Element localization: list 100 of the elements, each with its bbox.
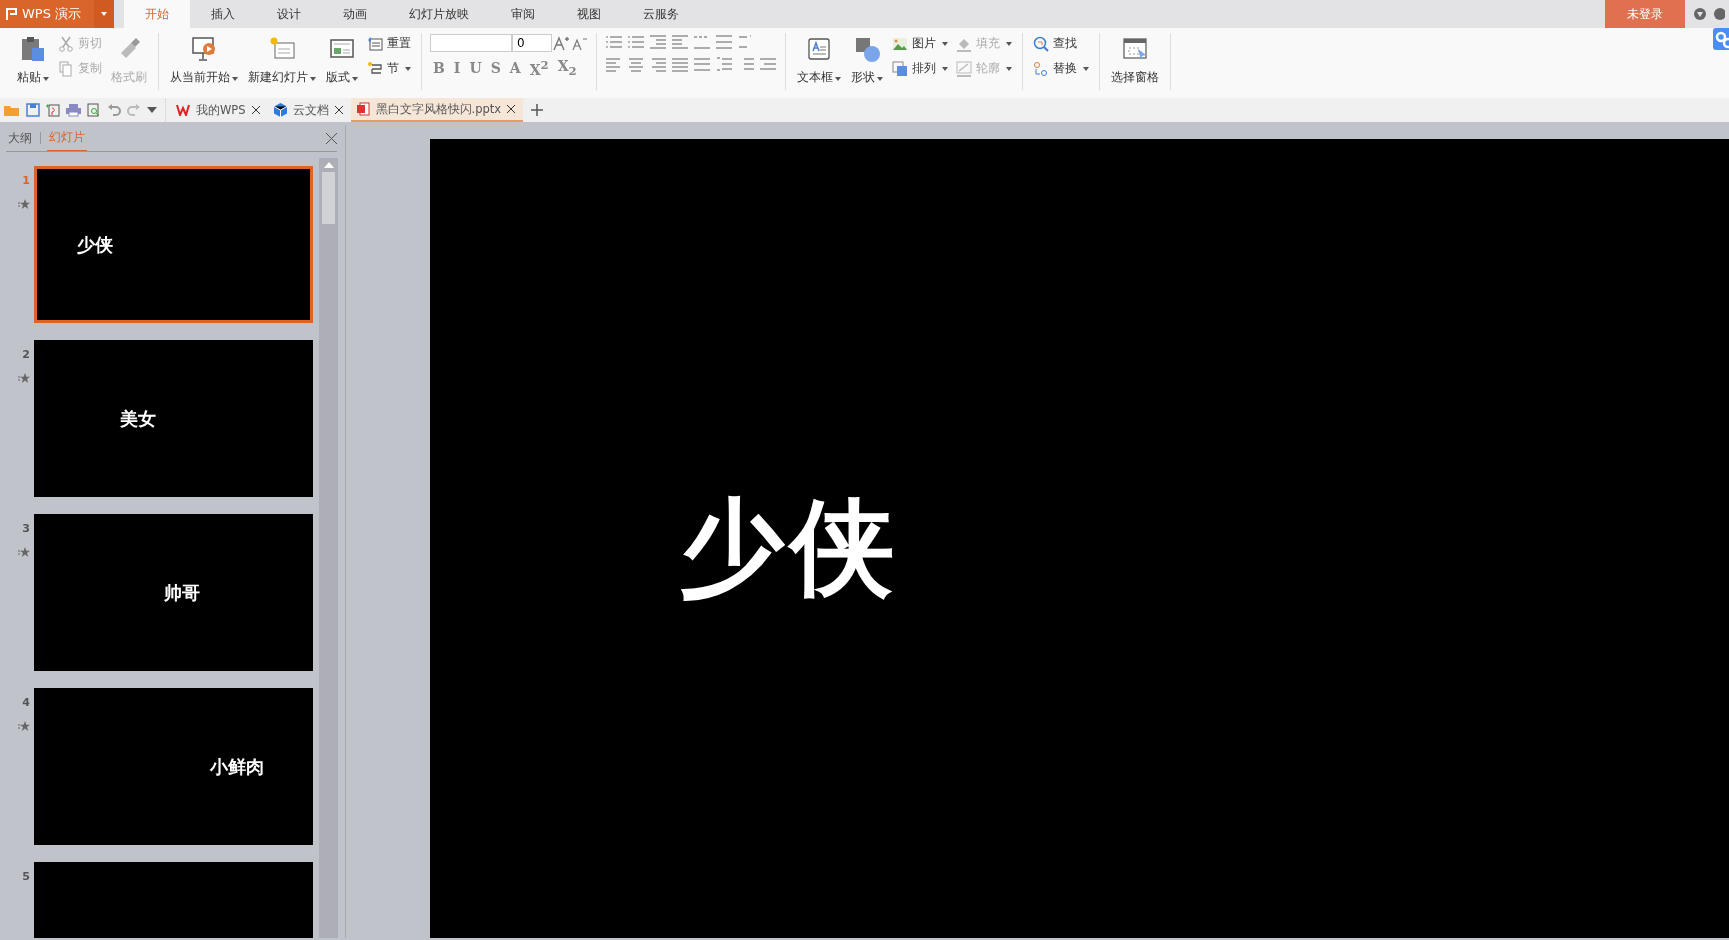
folder-icon[interactable]: [4, 103, 20, 117]
numbering-icon[interactable]: [627, 34, 645, 50]
ribbon-tab[interactable]: 动画: [322, 0, 388, 28]
align-left-icon[interactable]: [605, 56, 623, 72]
scroll-thumb[interactable]: [322, 172, 335, 224]
slide-number: 5: [22, 870, 30, 883]
document-tab[interactable]: 黑白文字风格快闪.pptx: [350, 98, 524, 122]
replace-icon: [1033, 60, 1049, 77]
caret-icon: [310, 77, 316, 81]
outline-icon: [956, 60, 972, 77]
distribute-icon[interactable]: [693, 56, 711, 72]
select-pane-button[interactable]: 选择窗格: [1108, 33, 1162, 90]
ribbon-tab[interactable]: 云服务: [622, 0, 700, 28]
align-right-icon[interactable]: [649, 56, 667, 72]
close-tab-icon[interactable]: [507, 105, 516, 113]
caret-icon: [942, 66, 948, 71]
export-pdf-icon[interactable]: [46, 103, 60, 117]
close-icon[interactable]: [326, 132, 337, 144]
image-icon: [892, 35, 908, 52]
scrollbar[interactable]: [319, 158, 338, 938]
share-link-button[interactable]: [1713, 28, 1729, 50]
shapes-icon: [853, 35, 881, 63]
shrink-font-icon[interactable]: [570, 35, 588, 51]
slide-number: 1: [22, 174, 30, 187]
border-icon[interactable]: [715, 34, 733, 50]
replace-button[interactable]: 替换: [1031, 59, 1091, 78]
slide-number: 2: [22, 348, 30, 361]
close-tab-icon[interactable]: [251, 106, 260, 114]
caret-icon: [405, 66, 411, 71]
ribbon-tab[interactable]: 插入: [190, 0, 256, 28]
columns-icon[interactable]: [693, 34, 711, 50]
slide-title: 小鲜肉: [210, 754, 264, 779]
slide-number: 3: [22, 522, 30, 535]
print-icon[interactable]: [66, 103, 81, 117]
search-icon: [1033, 35, 1049, 52]
arrange-button[interactable]: 排列: [890, 59, 950, 78]
slide-thumbnail[interactable]: 帅哥: [34, 514, 313, 671]
app-logo[interactable]: WPS 演示: [0, 0, 94, 28]
logo-icon: [6, 8, 18, 20]
scissors-icon: [58, 35, 74, 52]
caret-icon: [835, 77, 841, 81]
shape-button[interactable]: 形状: [848, 33, 886, 90]
ribbon-tab[interactable]: 幻灯片放映: [388, 0, 490, 28]
font-name-field[interactable]: [430, 34, 512, 52]
w-logo-icon: [176, 104, 190, 116]
picture-button[interactable]: 图片: [890, 34, 950, 53]
scroll-up-icon[interactable]: [323, 162, 334, 168]
new-slide-button[interactable]: 新建幻灯片: [245, 33, 319, 90]
slide-thumbnail[interactable]: 美女: [34, 340, 313, 497]
presentation-file-icon: [356, 102, 370, 116]
slide-canvas[interactable]: 少侠: [430, 139, 1729, 938]
cube-icon: [273, 103, 287, 117]
print-preview-icon[interactable]: [87, 103, 101, 117]
projector-icon: [190, 35, 218, 63]
skin-icon[interactable]: [1693, 7, 1707, 21]
dropdown-icon[interactable]: [147, 107, 157, 113]
app-name: WPS 演示: [22, 5, 82, 23]
align-center-icon[interactable]: [627, 56, 645, 72]
caret-icon: [877, 77, 883, 81]
reset-icon: [367, 35, 383, 52]
undo-icon[interactable]: [107, 103, 121, 117]
play-button[interactable]: 从当前开始: [167, 33, 241, 90]
section-button[interactable]: 节: [365, 59, 413, 78]
ribbon-tab[interactable]: 开始: [124, 0, 190, 28]
paste-button[interactable]: 粘贴: [14, 33, 52, 90]
ribbon-tab[interactable]: 审阅: [490, 0, 556, 28]
slide-thumbnail[interactable]: 少侠: [34, 166, 313, 323]
add-tab-icon[interactable]: [531, 104, 544, 116]
caret-icon: [1006, 66, 1012, 71]
line-spacing-icon[interactable]: [715, 56, 733, 72]
caret-icon: [352, 77, 358, 81]
ribbon-tab[interactable]: 设计: [256, 0, 322, 28]
decrease-indent-icon[interactable]: [649, 34, 667, 50]
close-tab-icon[interactable]: [334, 106, 343, 114]
arrange-icon: [892, 60, 908, 77]
justify-icon[interactable]: [671, 56, 689, 72]
panel-tab[interactable]: 大纲: [6, 125, 34, 151]
slide-title: 美女: [120, 406, 156, 431]
find-button[interactable]: 查找: [1031, 34, 1091, 53]
textbox-icon: [805, 35, 833, 63]
grow-font-icon[interactable]: [552, 35, 570, 51]
caret-icon: [232, 77, 238, 81]
caret-icon: [101, 12, 107, 16]
ribbon-tab[interactable]: 视图: [556, 0, 622, 28]
document-tab[interactable]: 云文档: [267, 98, 351, 122]
menu-dropdown[interactable]: [94, 0, 114, 28]
redo-icon[interactable]: [127, 103, 141, 117]
textbox-button[interactable]: 文本框: [794, 33, 844, 90]
bullets-icon[interactable]: [605, 34, 623, 50]
reset-button[interactable]: 重置: [365, 34, 413, 53]
layout-button[interactable]: 版式: [323, 33, 361, 90]
increase-indent-icon[interactable]: [671, 34, 689, 50]
section-icon: [367, 60, 383, 77]
indent-icon[interactable]: [759, 56, 777, 72]
slide-thumbnail[interactable]: 小鲜肉: [34, 688, 313, 845]
slide-title: 帅哥: [164, 580, 200, 605]
slide-number: 4: [22, 696, 30, 709]
font-size-field[interactable]: 0: [512, 34, 552, 52]
save-icon[interactable]: [26, 103, 40, 117]
document-tab[interactable]: 我的WPS: [170, 98, 268, 122]
